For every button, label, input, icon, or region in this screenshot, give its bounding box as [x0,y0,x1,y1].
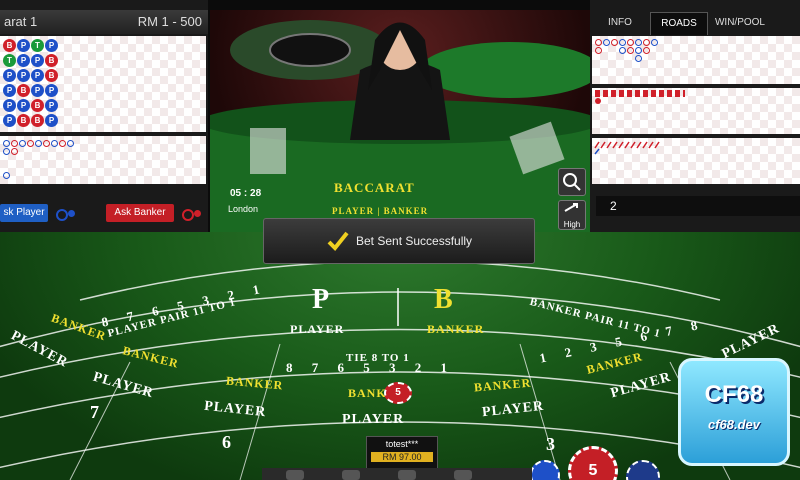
game-name-label: BACCARAT [334,180,415,195]
player-info-box: totest*** RM 97.00 [366,436,438,470]
table-header: arat 1 RM 1 - 500 [0,10,208,34]
bead-p: P [3,84,16,97]
tab-roads[interactable]: ROADS [650,12,708,35]
bead-p: P [17,39,30,52]
bead-b: B [17,114,30,127]
ask-banker-button[interactable]: Ask Banker [106,204,174,222]
quality-label: High [563,220,581,229]
banker-letter: B [434,284,454,315]
dealer-scene [210,20,590,232]
banker-label: BANKER [427,322,485,336]
bead-p: P [31,54,44,67]
seat-number-3: 3 [546,434,556,454]
zoom-button[interactable] [558,168,586,196]
seat-number-7: 7 [90,402,100,422]
placed-chip[interactable]: 5 [384,382,412,404]
bead-p: P [3,114,16,127]
shoe-number: 2 [596,196,800,216]
roadmap-panel-left: arat 1 RM 1 - 500 BPTPTPPBPPPBPBPPPPBPPB… [0,0,208,232]
small-road [592,88,800,134]
bead-b: B [31,99,44,112]
check-icon [327,231,349,251]
big-eye-road [0,136,206,184]
brand-name: CF68 [704,381,764,408]
brand-domain: cf68.dev [707,417,761,432]
expand-icon [564,203,578,212]
ask-player-button[interactable]: sk Player [0,204,48,222]
seat-number-6: 6 [222,432,232,452]
cockroach-road [592,138,800,184]
bead-p: P [17,54,30,67]
tab-win-pool[interactable]: WIN/POOL [708,12,772,34]
tab-info[interactable]: INFO [590,12,650,34]
toast-message: Bet Sent Successfully [356,234,473,248]
big-road [592,36,800,84]
bet-sent-toast: Bet Sent Successfully [263,218,535,264]
bead-p: P [45,39,58,52]
bet-limit: RM 1 - 500 [137,14,202,29]
player-word-4: PLAYER [342,412,405,427]
game-sub-label: PLAYER | BANKER [332,206,429,216]
bead-p: P [31,69,44,82]
bead-p: P [3,69,16,82]
bead-p: P [31,84,44,97]
tie-numbers: 8 7 6 5 3 2 1 [286,360,448,375]
banker-predict-icon [182,209,194,221]
bead-b: B [31,114,44,127]
quality-button[interactable]: High [558,200,586,230]
player-label: PLAYER [290,322,345,336]
toolbar-button-3[interactable] [398,470,416,480]
clock-time: 05 : 28 [230,188,262,199]
bead-p: P [17,69,30,82]
banker-dot-icon [194,210,201,217]
bead-road: BPTPTPPBPPPBPBPPPPBPPBBP [0,36,206,132]
city-label: London [228,204,259,214]
bead-p: P [45,114,58,127]
toolbar-button-2[interactable] [342,470,360,480]
roadmap-panel-right: INFO ROADS WIN/POOL 2 [590,0,800,232]
bead-t: T [3,54,16,67]
magnifier-icon [563,173,581,191]
player-predict-icon [56,209,68,221]
brand-logo: CF68 cf68.dev [678,358,790,466]
bottom-toolbar [262,468,532,480]
bead-b: B [3,39,16,52]
user-name: totest*** [385,439,419,449]
player-letter: P [312,284,331,315]
toolbar-button-1[interactable] [286,470,304,480]
table-title: arat 1 [4,14,38,29]
bead-t: T [31,39,44,52]
bead-b: B [45,69,58,82]
bead-p: P [17,99,30,112]
bead-p: P [45,99,58,112]
toolbar-button-4[interactable] [454,470,472,480]
live-video-feed: BACCARAT PLAYER | BANKER 05 : 28 London … [210,10,590,232]
balance: RM 97.00 [371,452,433,462]
bead-b: B [45,54,58,67]
bead-p: P [45,84,58,97]
bead-b: B [17,84,30,97]
player-dot-icon [68,210,75,217]
bead-p: P [3,99,16,112]
